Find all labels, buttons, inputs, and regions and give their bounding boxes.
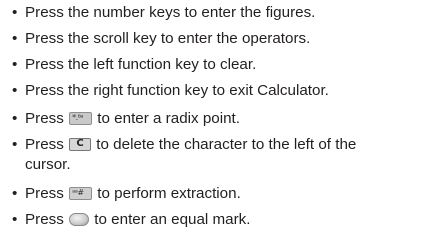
- item-text: Press *.⁶ᵃ to enter a radix point.: [25, 109, 240, 129]
- item-text: Press the right function key to exit Cal…: [25, 82, 329, 99]
- item-text: Press the left function key to clear.: [25, 56, 257, 73]
- bullet: •: [12, 4, 18, 21]
- bullet: •: [12, 110, 18, 127]
- press-label: Press: [25, 136, 64, 153]
- bullet: •: [12, 211, 18, 228]
- clear-key-icon: C: [69, 138, 92, 151]
- item-text-after: to perform extraction.: [97, 185, 241, 202]
- item-text: Press C to delete the character to the l…: [25, 135, 356, 175]
- item-text: Press the number keys to enter the figur…: [25, 4, 316, 21]
- hash-key-label: ᵃᵃ#: [72, 188, 84, 197]
- press-label: Press: [25, 185, 64, 202]
- press-label: Press: [25, 110, 64, 127]
- star-key-icon: *.⁶ᵃ: [69, 112, 93, 125]
- item-text: Press ᵃᵃ# to perform extraction.: [25, 184, 241, 204]
- hash-key-icon: ᵃᵃ#: [69, 187, 93, 200]
- bullet: •: [12, 56, 18, 73]
- item-text: Press the scroll key to enter the operat…: [25, 30, 311, 47]
- item-text-after: to delete the character to the left of t…: [96, 136, 357, 153]
- bullet: •: [12, 82, 18, 99]
- bullet: •: [12, 30, 18, 47]
- item-text-after: to enter an equal mark.: [94, 211, 251, 228]
- item-text: Press to enter an equal mark.: [25, 210, 250, 230]
- star-key-label: *.⁶ᵃ: [72, 113, 83, 122]
- item-text-line2: cursor.: [25, 156, 71, 173]
- bullet: •: [12, 185, 18, 202]
- bullet: •: [12, 136, 18, 153]
- press-label: Press: [25, 211, 64, 228]
- clear-key-label: C: [76, 138, 84, 149]
- center-key-icon: [69, 213, 90, 226]
- item-text-after: to enter a radix point.: [97, 110, 240, 127]
- calculator-instructions: • Press the number keys to enter the fig…: [0, 0, 440, 246]
